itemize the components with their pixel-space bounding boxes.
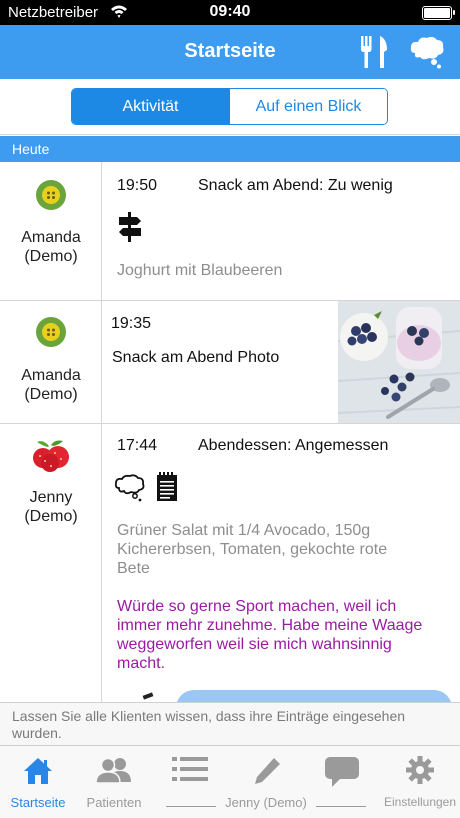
- avatar-button-icon: [33, 440, 69, 472]
- user-name: Amanda (Demo): [21, 367, 81, 403]
- avatar-button-icon: [36, 180, 66, 210]
- feed-entry[interactable]: Amanda (Demo) 19:35 Snack am Abend Photo: [0, 301, 460, 424]
- avatar-button-icon: [36, 317, 66, 347]
- feed-entry[interactable]: Jenny (Demo) 17:44 Abendessen: Angemesse…: [0, 424, 460, 702]
- segmented-control: Aktivität Auf einen Blick: [71, 88, 388, 125]
- tab-bar: Startseite Patienten Einstellungen Jenny…: [0, 745, 460, 818]
- status-bar: Netzbetreiber 09:40: [0, 0, 460, 25]
- signpost-icon: [119, 212, 141, 242]
- entry-user[interactable]: Amanda (Demo): [0, 162, 102, 300]
- meal-photo[interactable]: [338, 301, 460, 423]
- list-icon: [172, 757, 208, 781]
- activity-feed[interactable]: Amanda (Demo) 19:50 Snack am Abend: Zu w…: [0, 162, 460, 702]
- thought-bubble-icon[interactable]: [409, 35, 445, 69]
- tab-label: Startseite: [10, 795, 66, 810]
- entry-meal: Snack am Abend: Zu wenig: [198, 177, 393, 194]
- tab-settings[interactable]: Einstellungen: [380, 746, 460, 818]
- entry-description: Grüner Salat mit 1/4 Avocado, 150g Kiche…: [117, 522, 388, 577]
- tab-label: Patienten: [86, 795, 142, 810]
- people-icon: [95, 757, 131, 784]
- page-title: Startseite: [184, 40, 276, 62]
- gear-icon: [406, 756, 434, 784]
- entry-user[interactable]: Amanda (Demo): [0, 301, 102, 423]
- feed-entry[interactable]: Amanda (Demo) 19:50 Snack am Abend: Zu w…: [0, 162, 460, 301]
- user-name: Amanda (Demo): [21, 229, 81, 265]
- tab-patients[interactable]: Patienten: [76, 746, 152, 818]
- entry-meal: Snack am Abend Photo: [112, 349, 280, 366]
- thought-bubble-icon: [114, 474, 145, 502]
- entry-time: 19:35: [111, 315, 152, 332]
- comment-bubble[interactable]: [176, 690, 452, 702]
- user-name: Jenny (Demo): [24, 489, 78, 525]
- entry-meal: Abendessen: Angemessen: [198, 437, 389, 454]
- tab-group-label: Jenny (Demo): [225, 795, 307, 810]
- pencil-icon: [255, 758, 280, 784]
- nav-bar: Startseite: [0, 25, 460, 79]
- clock: 09:40: [209, 3, 251, 20]
- segment-area: Aktivität Auf einen Blick: [0, 79, 460, 135]
- tab-label: Einstellungen: [383, 795, 457, 809]
- chat-icon: [325, 757, 359, 787]
- segment-overview[interactable]: Auf einen Blick: [229, 89, 387, 124]
- tab-home[interactable]: Startseite: [0, 746, 76, 818]
- battery-icon: [422, 6, 455, 20]
- home-icon: [24, 758, 52, 784]
- entry-description: Joghurt mit Blaubeeren: [117, 262, 283, 279]
- entry-time: 19:50: [117, 177, 158, 194]
- blueberry-yogurt-photo: [338, 301, 460, 423]
- entry-note: Würde so gerne Sport machen, weil ich im…: [117, 598, 423, 672]
- entry-user[interactable]: Jenny (Demo): [0, 424, 102, 702]
- segment-activity[interactable]: Aktivität: [72, 89, 229, 124]
- entry-time: 17:44: [117, 437, 158, 454]
- notepad-icon: [157, 472, 177, 501]
- notice-bar[interactable]: Lassen Sie alle Klienten wissen, dass ih…: [0, 702, 460, 745]
- fork-knife-icon[interactable]: [360, 36, 388, 68]
- section-header-today: Heute: [0, 136, 460, 162]
